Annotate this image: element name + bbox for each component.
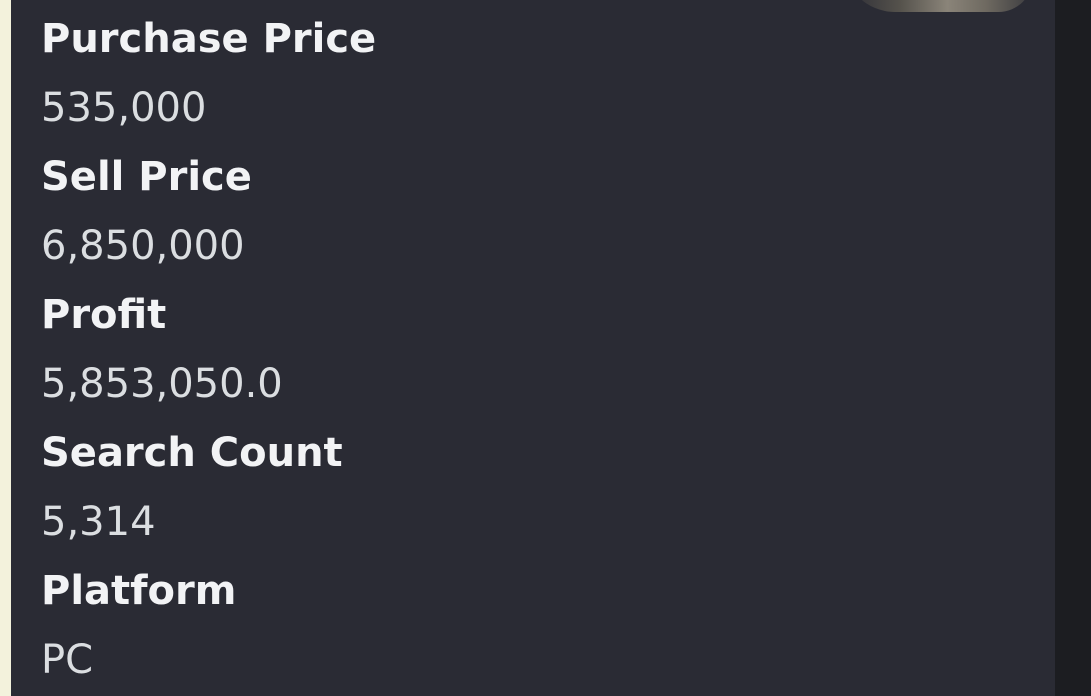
field-platform: Platform PC	[41, 564, 376, 696]
scroll-gutter	[1055, 0, 1091, 696]
embed-thumbnail-image[interactable]	[843, 0, 1033, 12]
field-search-count: Search Count 5,314	[41, 426, 376, 564]
field-name: Sell Price	[41, 154, 252, 200]
field-name: Platform	[41, 568, 237, 614]
field-purchase-price: Purchase Price 535,000	[41, 12, 376, 150]
field-name: Search Count	[41, 430, 343, 476]
field-value: 535,000	[41, 85, 207, 131]
field-value: 6,850,000	[41, 223, 245, 269]
field-value: 5,314	[41, 499, 156, 545]
field-value: PC	[41, 637, 94, 683]
embed-fields: Purchase Price 535,000 Sell Price 6,850,…	[41, 12, 376, 696]
field-name: Purchase Price	[41, 16, 377, 62]
field-sell-price: Sell Price 6,850,000	[41, 150, 376, 288]
field-profit: Profit 5,853,050.0	[41, 288, 376, 426]
field-value: 5,853,050.0	[41, 361, 283, 407]
embed-card: Purchase Price 535,000 Sell Price 6,850,…	[11, 0, 1055, 696]
chat-view: Purchase Price 535,000 Sell Price 6,850,…	[0, 0, 1091, 696]
embed-accent-bar	[0, 0, 11, 696]
field-name: Profit	[41, 292, 167, 338]
